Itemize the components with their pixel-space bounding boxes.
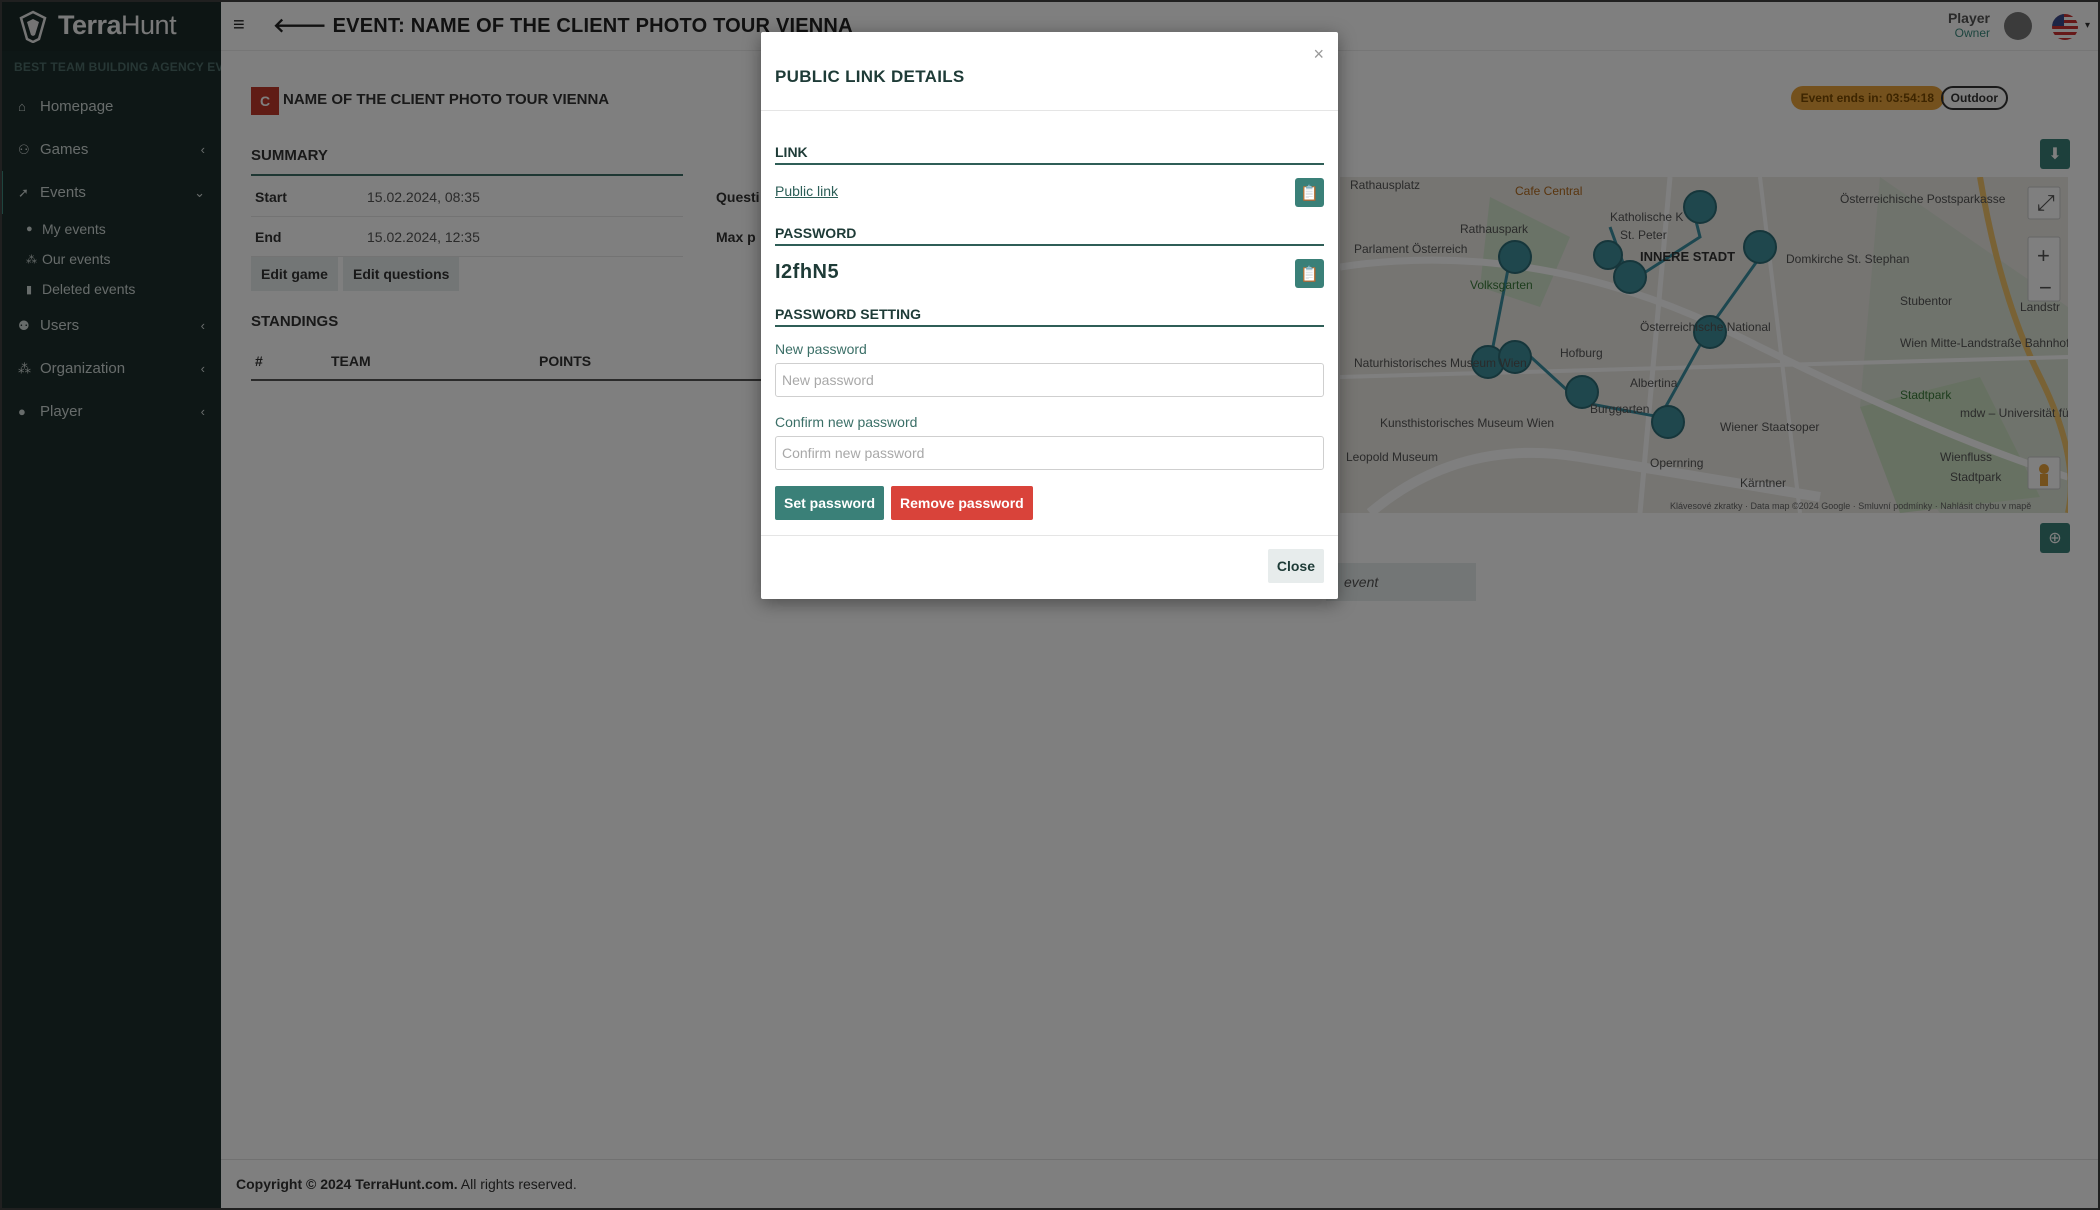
close-button[interactable]: Close	[1267, 549, 1324, 583]
password-heading: PASSWORD	[775, 225, 1324, 246]
divider	[761, 535, 1338, 536]
divider	[761, 110, 1338, 111]
modal-title: PUBLIC LINK DETAILS	[775, 67, 965, 86]
new-password-label: New password	[775, 341, 867, 357]
clipboard-icon: 📋	[1300, 184, 1319, 202]
set-password-button[interactable]: Set password	[775, 486, 885, 520]
public-link-modal: × PUBLIC LINK DETAILS LINK Public link 📋…	[761, 32, 1338, 599]
new-password-input[interactable]	[775, 363, 1324, 397]
link-heading: LINK	[775, 144, 1324, 165]
copy-link-button[interactable]: 📋	[1295, 178, 1324, 207]
password-value: I2fhN5	[775, 261, 840, 283]
close-icon[interactable]: ×	[1313, 44, 1324, 65]
password-setting-heading: PASSWORD SETTING	[775, 306, 1324, 327]
public-link[interactable]: Public link	[775, 183, 838, 199]
confirm-password-label: Confirm new password	[775, 414, 918, 430]
remove-password-button[interactable]: Remove password	[891, 486, 1033, 520]
clipboard-icon: 📋	[1300, 265, 1319, 283]
confirm-password-input[interactable]	[775, 436, 1324, 470]
copy-password-button[interactable]: 📋	[1295, 259, 1324, 288]
